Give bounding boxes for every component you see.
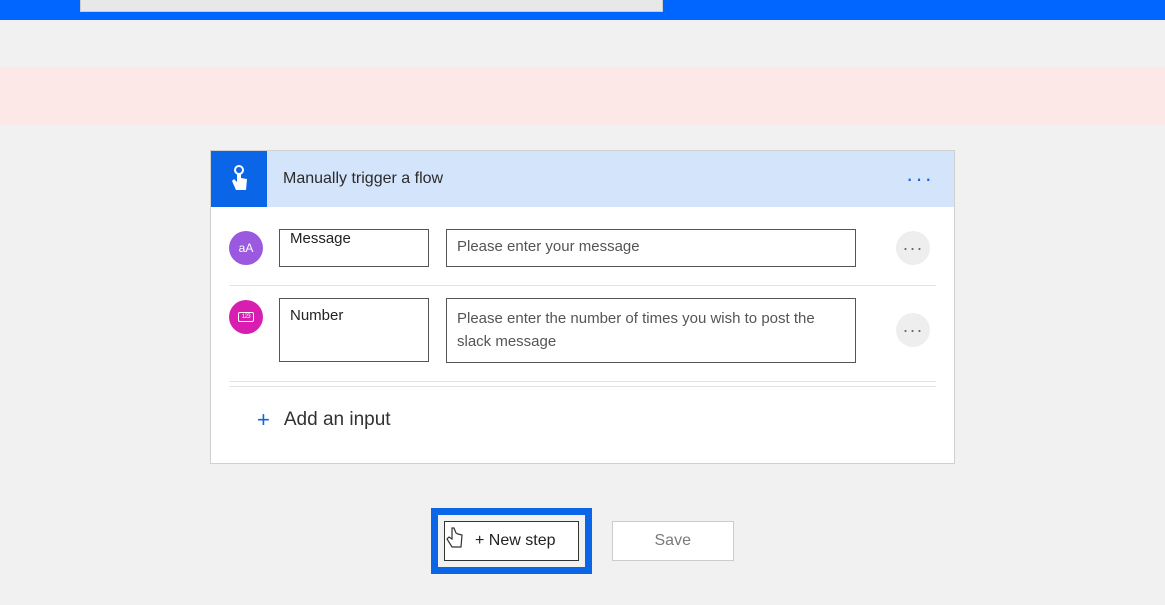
- input-row: 123 Number Please enter the number of ti…: [229, 286, 936, 382]
- new-step-highlight: + New step: [431, 508, 591, 574]
- text-type-icon: aA: [229, 231, 263, 265]
- new-step-button[interactable]: + New step: [444, 521, 578, 561]
- input-description-field[interactable]: Please enter the number of times you wis…: [446, 298, 856, 363]
- input-menu-button[interactable]: ···: [896, 313, 930, 347]
- number-type-icon: 123: [229, 300, 263, 334]
- add-input-label: Add an input: [284, 409, 391, 431]
- trigger-title: Manually trigger a flow: [267, 170, 443, 188]
- input-row: aA Message Please enter your message ···: [229, 217, 936, 286]
- input-description-field[interactable]: Please enter your message: [446, 229, 856, 267]
- app-top-bar: [0, 0, 1165, 20]
- footer-actions: + New step Save: [0, 508, 1165, 574]
- input-name-field[interactable]: Message: [279, 229, 429, 267]
- trigger-menu-button[interactable]: ···: [906, 151, 934, 207]
- flow-canvas: Manually trigger a flow ··· aA Message P…: [0, 20, 1165, 574]
- input-name-field[interactable]: Number: [279, 298, 429, 362]
- add-input-button[interactable]: + Add an input: [229, 386, 936, 457]
- save-button[interactable]: Save: [612, 521, 734, 561]
- trigger-header[interactable]: Manually trigger a flow ···: [211, 151, 954, 207]
- input-menu-button[interactable]: ···: [896, 231, 930, 265]
- plus-icon: +: [257, 407, 270, 433]
- trigger-body: aA Message Please enter your message ···…: [211, 207, 954, 463]
- manual-trigger-icon: [211, 151, 267, 207]
- trigger-card: Manually trigger a flow ··· aA Message P…: [210, 150, 955, 464]
- top-search-bar[interactable]: [80, 0, 663, 12]
